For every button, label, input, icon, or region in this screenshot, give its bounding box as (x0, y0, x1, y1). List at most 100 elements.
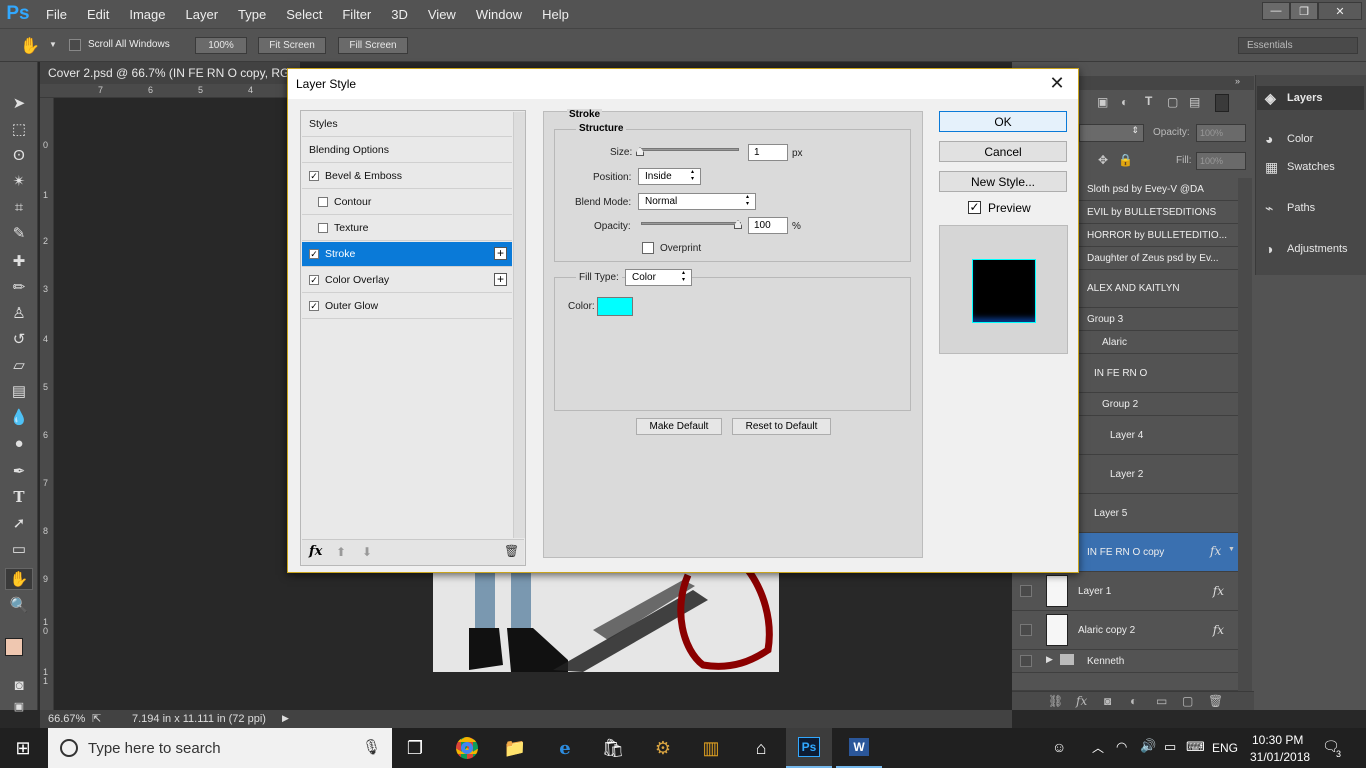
add-stroke-icon[interactable]: + (494, 247, 507, 260)
fx-icon[interactable]: fx (1213, 623, 1224, 637)
history-brush-tool-icon[interactable]: ↺ (5, 328, 33, 350)
magic-wand-tool-icon[interactable]: ✴ (5, 170, 33, 192)
style-item-styles[interactable]: Styles (302, 112, 512, 137)
stroke-color-swatch[interactable] (597, 297, 633, 316)
move-down-icon[interactable]: ⬇ (362, 545, 372, 559)
move-tool-icon[interactable]: ➤ (5, 92, 33, 114)
blend-mode-select[interactable]: ⇕ (1079, 124, 1144, 142)
tab-adjustments[interactable]: ◑ Adjustments (1257, 237, 1364, 261)
link-icon[interactable]: ⛓ (1048, 694, 1063, 708)
add-fx-icon[interactable]: fx (1076, 694, 1087, 708)
eraser-tool-icon[interactable]: ▱ (5, 354, 33, 376)
stroke-checkbox[interactable]: ✓ (309, 249, 319, 259)
screen-mode-icon[interactable]: ▣ (5, 700, 33, 713)
photoshop-taskbar-icon[interactable]: Ps (786, 728, 832, 768)
word-taskbar-icon[interactable]: W (836, 728, 882, 768)
fx-menu-icon[interactable]: fx (309, 544, 322, 559)
clock-date[interactable]: 31/01/2018 (1250, 750, 1310, 764)
style-item-blending-options[interactable]: Blending Options (302, 138, 512, 163)
adjustment-layer-icon[interactable]: ◐ (1130, 694, 1137, 708)
size-input[interactable]: 1 (748, 144, 788, 161)
style-item-color-overlay[interactable]: ✓ Color Overlay + (302, 268, 512, 293)
bevel-emboss-checkbox[interactable]: ✓ (309, 171, 319, 181)
menu-view[interactable]: View (418, 7, 466, 22)
app-icon[interactable]: ▥ (688, 728, 734, 768)
fill-screen-button[interactable]: Fill Screen (338, 37, 408, 54)
microphone-icon[interactable]: 🎙 (362, 738, 381, 756)
opacity-input[interactable]: 100% (1196, 124, 1246, 142)
chevron-right-icon[interactable]: ▶ (282, 713, 289, 724)
fill-type-select[interactable]: Color (625, 269, 692, 286)
tab-layers[interactable]: ◈ Layers (1257, 86, 1364, 110)
chevron-right-icon[interactable]: ▶ (1046, 654, 1053, 665)
zoom-tool-icon[interactable]: 🔍 (5, 594, 33, 616)
menu-3d[interactable]: 3D (381, 7, 418, 22)
size-slider-track[interactable] (639, 148, 739, 151)
blend-mode-select[interactable]: Normal (638, 193, 756, 210)
visibility-toggle[interactable] (1020, 585, 1032, 597)
quick-mask-icon[interactable]: ◙ (5, 674, 33, 696)
opacity-slider-track[interactable] (641, 222, 741, 225)
opacity-input[interactable]: 100 (748, 217, 788, 234)
menu-select[interactable]: Select (276, 7, 332, 22)
blur-tool-icon[interactable]: 💧 (5, 406, 33, 428)
new-style-button[interactable]: New Style... (939, 171, 1067, 192)
fit-screen-button[interactable]: Fit Screen (258, 37, 326, 54)
brush-tool-icon[interactable]: ✏ (5, 276, 33, 298)
chrome-icon[interactable] (444, 728, 490, 768)
menu-layer[interactable]: Layer (176, 7, 229, 22)
pen-tool-icon[interactable]: ✒ (5, 460, 33, 482)
wifi-icon[interactable]: ◠ (1116, 739, 1127, 755)
layer-row[interactable]: Layer 1 fx (1012, 572, 1238, 611)
chevron-down-icon[interactable]: ▼ (1228, 546, 1235, 553)
trash-icon[interactable]: 🗑 (504, 544, 519, 558)
texture-checkbox[interactable] (318, 223, 328, 233)
reset-to-default-button[interactable]: Reset to Default (732, 418, 831, 435)
menu-filter[interactable]: Filter (332, 7, 381, 22)
panel-collapse-icon[interactable]: » (1079, 76, 1254, 90)
cancel-button[interactable]: Cancel (939, 141, 1067, 162)
share-icon[interactable]: ⇱ (92, 712, 101, 725)
menu-edit[interactable]: Edit (77, 7, 119, 22)
add-color-overlay-icon[interactable]: + (494, 273, 507, 286)
hand-tool-icon[interactable]: ✋ (20, 36, 40, 56)
dodge-tool-icon[interactable]: ● (5, 432, 33, 454)
fx-icon[interactable]: fx (1213, 584, 1224, 598)
taskbar-search[interactable]: Type here to search 🎙 (48, 728, 392, 768)
visibility-toggle[interactable] (1020, 624, 1032, 636)
rectangle-tool-icon[interactable]: ▭ (5, 538, 33, 560)
style-item-contour[interactable]: Contour (302, 190, 512, 215)
lock-all-icon[interactable]: 🔒 (1118, 153, 1133, 167)
canvas-image[interactable] (433, 570, 779, 672)
power-icon[interactable]: ▭ (1164, 739, 1176, 755)
clone-stamp-tool-icon[interactable]: ♙ (5, 302, 33, 324)
close-window-button[interactable]: ✕ (1318, 2, 1362, 20)
overprint-checkbox[interactable] (642, 242, 654, 254)
menu-file[interactable]: File (36, 7, 77, 22)
people-icon[interactable]: ☺ (1052, 739, 1066, 755)
document-tab[interactable]: Cover 2.psd @ 66.7% (IN FE RN O copy, RG… (40, 62, 300, 84)
filter-smart-object-icon[interactable]: ▤ (1189, 95, 1200, 109)
hand-tool-icon[interactable]: ✋ (5, 568, 33, 590)
filter-type-icon[interactable]: T (1145, 94, 1152, 108)
close-icon[interactable]: ✕ (1046, 73, 1068, 95)
filter-pixel-icon[interactable]: ▣ (1097, 95, 1108, 109)
app-icon[interactable]: ⚙ (640, 728, 686, 768)
file-explorer-icon[interactable]: 📁 (492, 728, 538, 768)
new-layer-icon[interactable]: ▢ (1182, 694, 1193, 708)
workspace-select[interactable]: Essentials (1238, 37, 1358, 54)
styles-scrollbar[interactable] (513, 112, 525, 538)
chevron-up-icon[interactable]: ︿ (1092, 739, 1104, 756)
style-item-texture[interactable]: Texture (302, 216, 512, 241)
path-selection-tool-icon[interactable]: ➚ (5, 512, 33, 534)
contour-checkbox[interactable] (318, 197, 328, 207)
mask-icon[interactable]: ◙ (1104, 694, 1111, 708)
tab-paths[interactable]: ⌁ Paths (1257, 196, 1364, 220)
menu-type[interactable]: Type (228, 7, 276, 22)
chevron-down-icon[interactable]: ▼ (49, 40, 57, 49)
layer-row[interactable]: Alaric copy 2 fx (1012, 611, 1238, 650)
preview-checkbox[interactable]: ✓ (968, 201, 981, 214)
filter-adjustment-icon[interactable]: ◐ (1121, 95, 1128, 109)
style-item-stroke[interactable]: ✓ Stroke + (302, 242, 512, 267)
layers-scrollbar[interactable] (1238, 178, 1252, 691)
